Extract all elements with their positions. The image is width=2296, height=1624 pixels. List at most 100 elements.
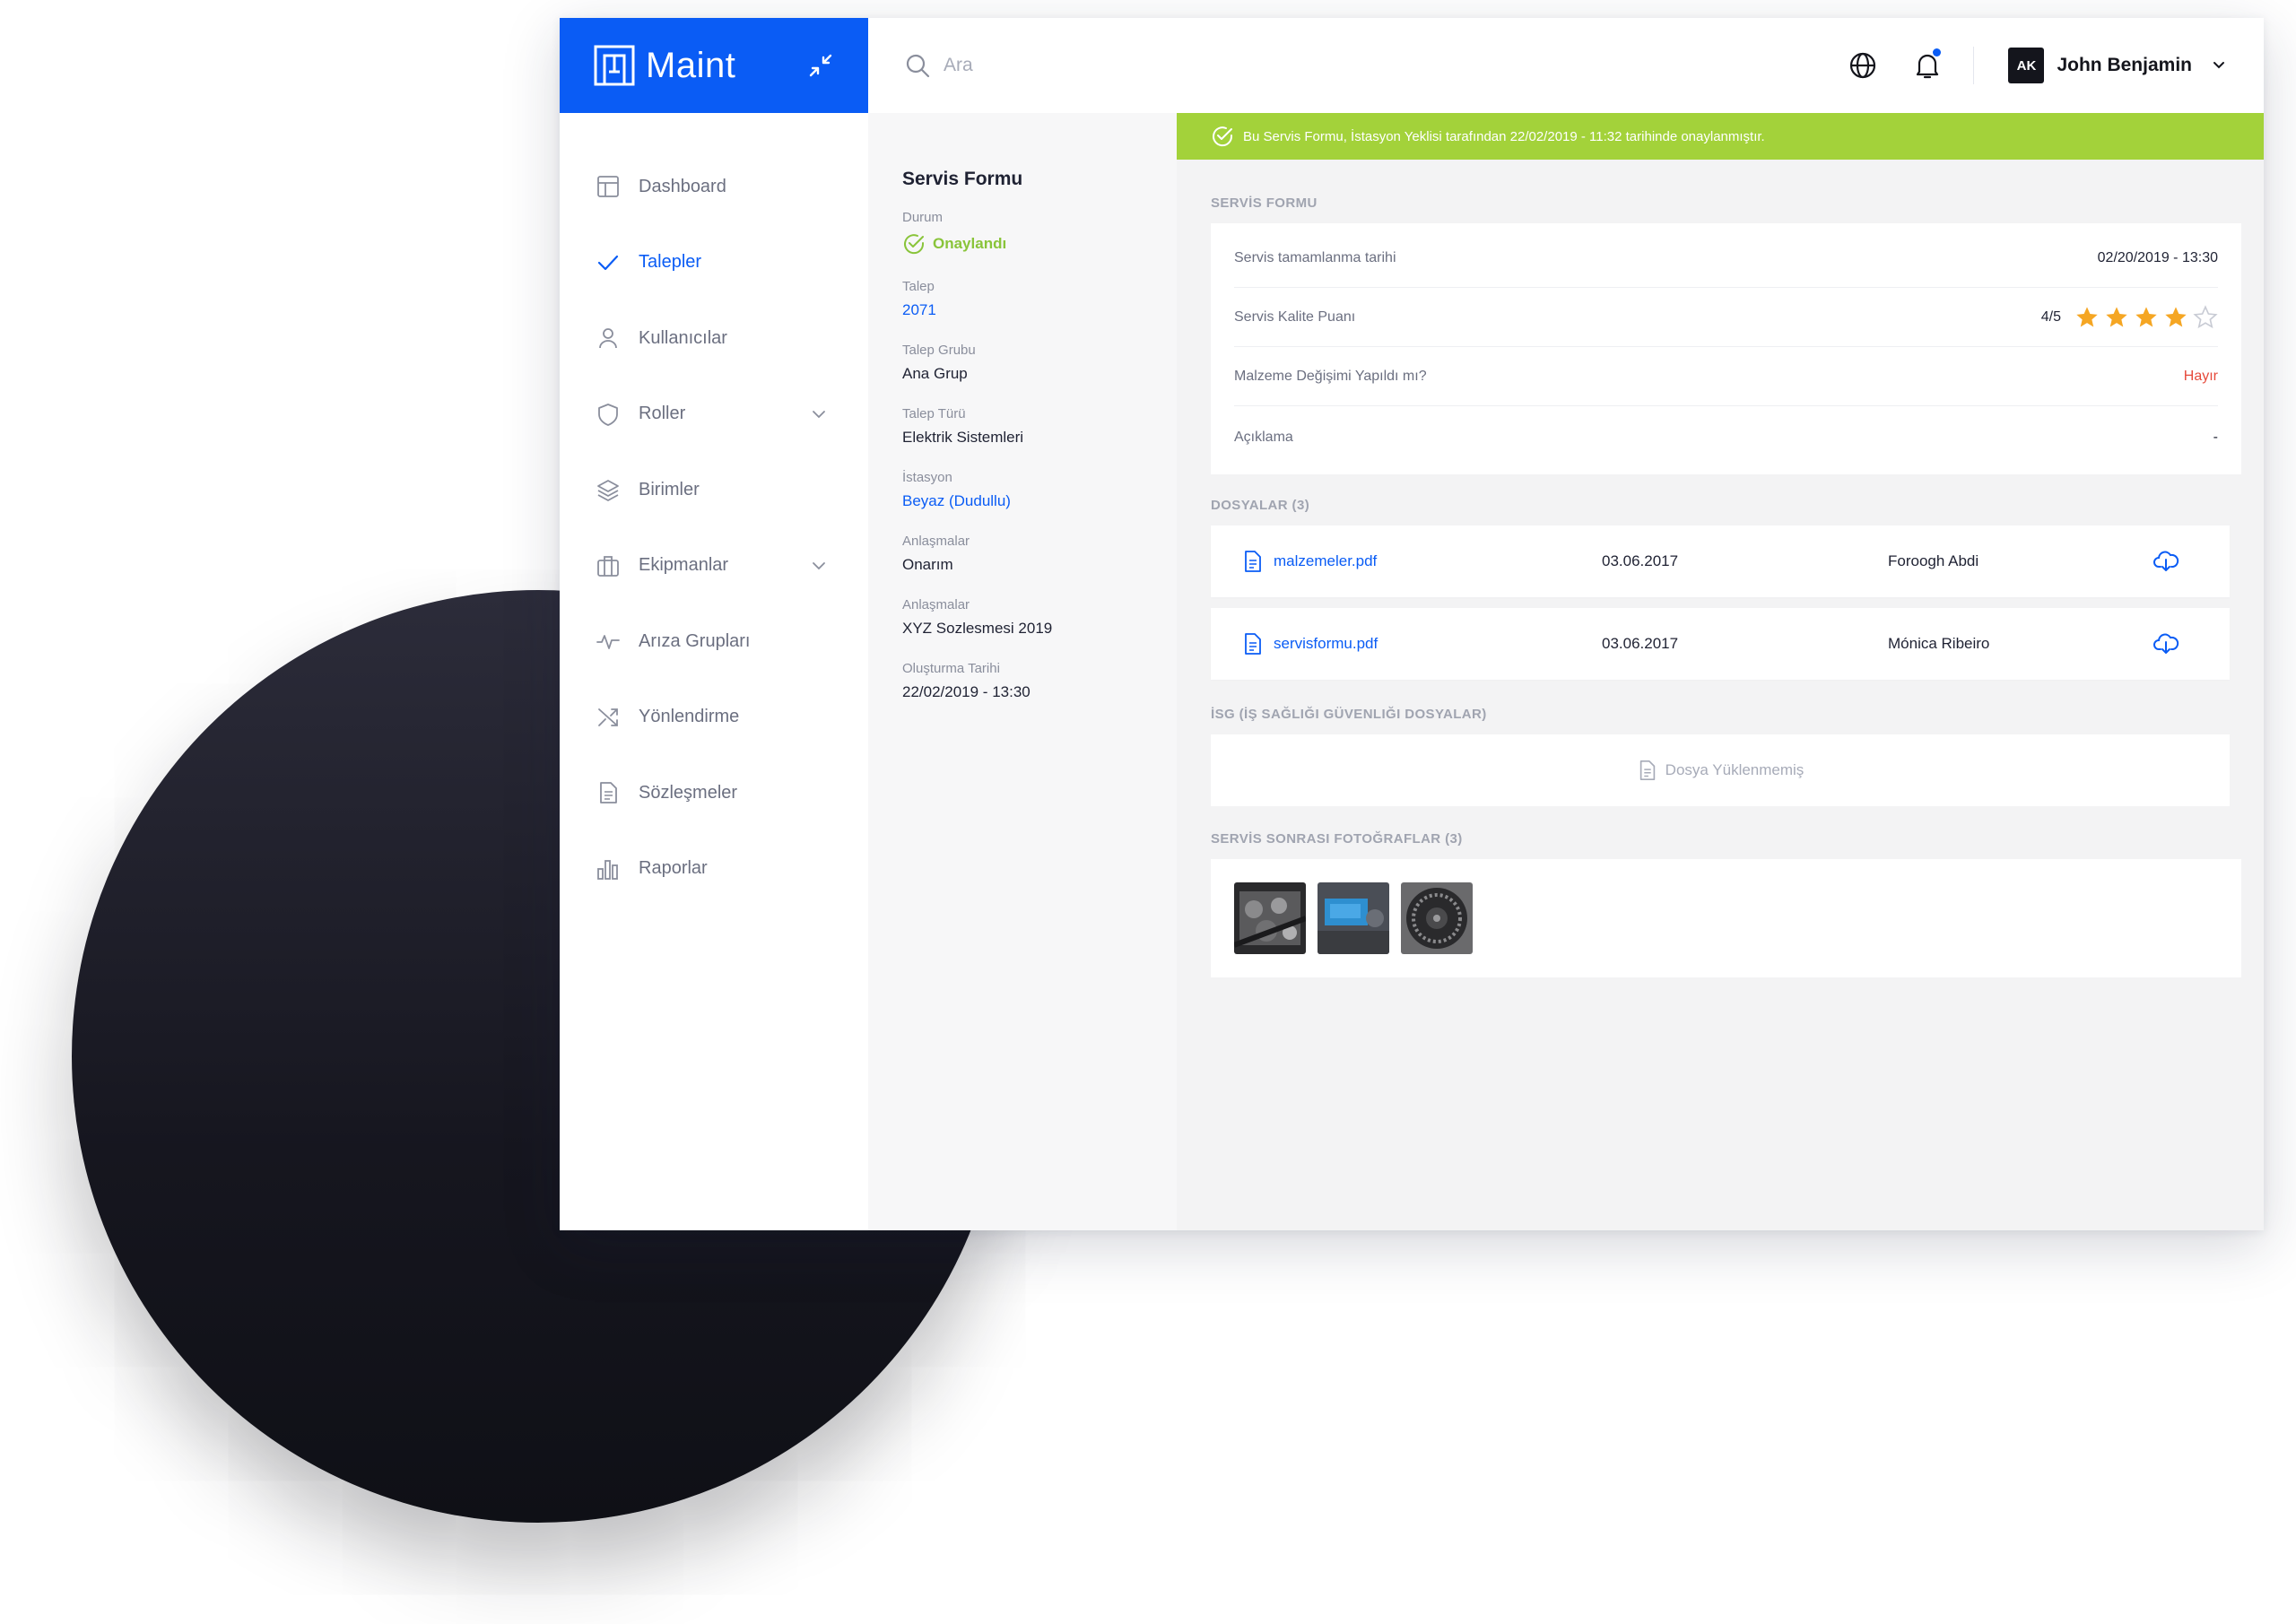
form-value: Hayır [2183, 368, 2218, 384]
sidebar-item-talepler[interactable]: Talepler [560, 225, 868, 301]
detail-field: Anlaşmalar XYZ Sozlesmesi 2019 [902, 597, 1177, 638]
main-panel: Bu Servis Formu, İstasyon Yeklisi tarafı… [1177, 113, 2264, 1230]
file-name-link[interactable]: malzemeler.pdf [1274, 552, 1377, 570]
star-empty-icon [2193, 304, 2218, 328]
notifications-button[interactable] [1912, 48, 1943, 81]
star-filled-icon [2135, 306, 2157, 326]
sidebar-item-ariza-gruplari[interactable]: Arıza Grupları [560, 604, 868, 680]
search-input[interactable] [944, 55, 1482, 76]
sidebar-item-label: Sözleşmeler [639, 782, 738, 803]
document-icon [600, 782, 617, 804]
check-circle-icon [904, 234, 925, 255]
user-name: John Benjamin [2057, 55, 2192, 75]
star-filled-icon [2165, 306, 2187, 326]
sidebar-item-ekipmanlar[interactable]: Ekipmanlar [560, 528, 868, 604]
sidebar-item-raporlar[interactable]: Raporlar [560, 831, 868, 908]
search-icon [906, 54, 930, 78]
request-id-link[interactable]: 2071 [902, 301, 1177, 319]
isg-empty-state: Dosya Yüklenmemiş [1211, 734, 2230, 806]
user-icon [599, 328, 617, 349]
empty-text: Dosya Yüklenmemiş [1665, 761, 1805, 778]
globe-icon[interactable] [1848, 50, 1878, 81]
rating-text: 4/5 [2040, 308, 2061, 325]
sidebar-item-roller[interactable]: Roller [560, 377, 868, 453]
sidebar: Dashboard Talepler Kullanıcılar Roller B… [560, 113, 868, 1230]
shield-icon [598, 403, 618, 426]
form-row: Açıklama - [1234, 406, 2218, 469]
engine-photo[interactable] [1234, 882, 1306, 954]
file-row: servisformu.pdf 03.06.2017 Mónica Ribeir… [1211, 608, 2230, 680]
file-date: 03.06.2017 [1602, 552, 1679, 569]
sidebar-item-kullanicilar[interactable]: Kullanıcılar [560, 300, 868, 377]
sidebar-item-dashboard[interactable]: Dashboard [560, 149, 868, 225]
details-title: Servis Formu [902, 169, 1023, 189]
sidebar-item-yonlendirme[interactable]: Yönlendirme [560, 680, 868, 756]
top-bar: AK John Benjamin [868, 18, 2264, 113]
chevron-down-icon [813, 410, 825, 419]
brand-bar: Maint [560, 18, 868, 113]
field-label: Durum [902, 210, 944, 225]
sidebar-item-label: Raporlar [639, 858, 708, 879]
user-menu[interactable]: AK John Benjamin [2008, 48, 2228, 83]
field-value: Onarım [902, 556, 953, 573]
rating-stars [2070, 304, 2218, 330]
field-label: Talep Grubu [902, 343, 976, 358]
cloud-download-icon[interactable] [2152, 548, 2179, 575]
form-label: Malzeme Değişimi Yapıldı mı? [1234, 368, 1427, 384]
detail-field: İstasyon Beyaz (Dudullu) [902, 470, 1177, 510]
topbar-actions: AK John Benjamin [1813, 18, 2228, 113]
detail-field: Talep Türü Elektrik Sistemleri [902, 406, 1177, 447]
sidebar-item-label: Talepler [639, 252, 702, 273]
section-title: SERVİS SONRASI FOTOĞRAFLAR (3) [1211, 831, 1463, 847]
request-details: Servis Formu Durum Onaylandı Talep 2071 … [868, 113, 1177, 1230]
field-value: Elektrik Sistemleri [902, 429, 1024, 446]
sidebar-item-sozlesmeler[interactable]: Sözleşmeler [560, 755, 868, 831]
file-name-link[interactable]: servisformu.pdf [1274, 635, 1378, 653]
form-label: Açıklama [1234, 430, 1293, 445]
sidebar-item-label: Arıza Grupları [639, 630, 751, 651]
chevron-down-icon [813, 561, 825, 570]
file-icon [1245, 551, 1261, 572]
bar-chart-icon [597, 859, 618, 880]
detail-field: Talep Grubu Ana Grup [902, 343, 1177, 383]
sidebar-item-birimler[interactable]: Birimler [560, 452, 868, 528]
star-filled-icon [2076, 306, 2098, 326]
file-owner: Foroogh Abdi [1888, 552, 1979, 569]
status-field: Durum Onaylandı [902, 210, 1177, 256]
detail-field: Talep 2071 [902, 279, 1177, 319]
turbine-photo[interactable] [1401, 882, 1473, 954]
file-row: malzemeler.pdf 03.06.2017 Foroogh Abdi [1211, 525, 2230, 597]
collapse-icon[interactable] [805, 50, 836, 81]
check-icon [597, 255, 619, 270]
station-link[interactable]: Beyaz (Dudullu) [902, 492, 1177, 510]
quality-rating: 4/5 [2040, 304, 2218, 330]
file-icon [1245, 633, 1261, 655]
field-value: XYZ Sozlesmesi 2019 [902, 620, 1053, 637]
detail-field: Oluşturma Tarihi 22/02/2019 - 13:30 [902, 661, 1177, 701]
service-form-card: Servis tamamlanma tarihi 02/20/2019 - 13… [1211, 223, 2241, 474]
chevron-down-icon [2213, 62, 2224, 69]
status-badge: Onaylandı [902, 232, 1177, 256]
sidebar-item-label: Yönlendirme [639, 707, 740, 727]
sidebar-item-label: Kullanıcılar [639, 327, 727, 348]
field-label: Anlaşmalar [902, 597, 970, 612]
briefcase-icon [597, 555, 619, 577]
sidebar-item-label: Dashboard [639, 176, 726, 196]
sidebar-item-label: Ekipmanlar [639, 555, 729, 576]
status-text: Onaylandı [933, 235, 1007, 252]
form-label: Servis Kalite Puanı [1234, 308, 1356, 325]
approval-banner: Bu Servis Formu, İstasyon Yeklisi tarafı… [1177, 113, 2264, 160]
blue-part-photo[interactable] [1318, 882, 1389, 954]
field-label: İstasyon [902, 470, 952, 485]
file-icon [1639, 760, 1655, 780]
form-row: Servis tamamlanma tarihi 02/20/2019 - 13… [1234, 229, 2218, 288]
avatar: AK [2008, 48, 2045, 83]
shuffle-icon [598, 708, 618, 726]
section-title: İSG (İŞ SAĞLIĞI GÜVENLIĞI DOSYALAR) [1211, 707, 1487, 722]
field-label: Anlaşmalar [902, 534, 970, 549]
sidebar-item-label: Roller [639, 404, 686, 424]
cloud-download-icon[interactable] [2152, 630, 2179, 657]
maint-logo-icon [594, 45, 635, 86]
banner-text: Bu Servis Formu, İstasyon Yeklisi tarafı… [1243, 128, 1765, 144]
field-value: Ana Grup [902, 365, 968, 382]
